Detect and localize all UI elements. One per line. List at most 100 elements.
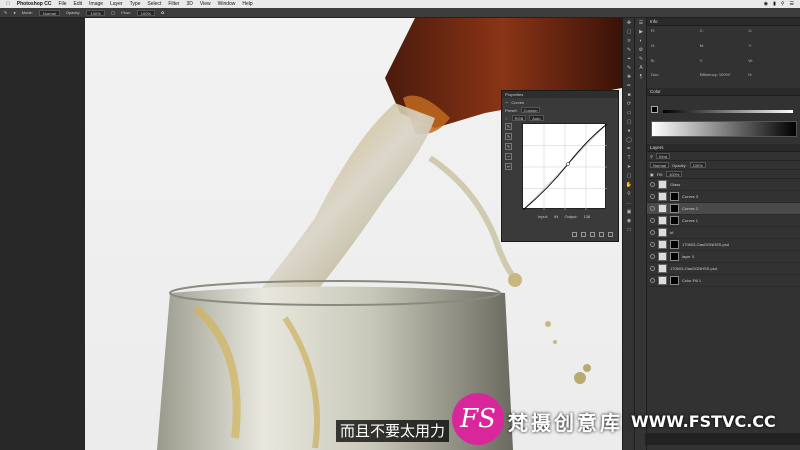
layer-row[interactable]: Curves 2: [647, 203, 800, 215]
channel-select[interactable]: RGB: [511, 115, 527, 121]
menu-filter[interactable]: Filter: [168, 1, 179, 7]
blend-mode-select[interactable]: Normal: [650, 162, 669, 168]
info-h: H:: [748, 72, 753, 78]
layer-row[interactable]: 170603-OasGGNHSS.psd: [647, 239, 800, 251]
droplet: [574, 372, 586, 384]
color-ramp[interactable]: [651, 121, 797, 137]
wifi-icon[interactable]: ◉: [764, 1, 768, 7]
layer-mask[interactable]: [670, 204, 679, 213]
info-panel: R: C: X: G: M: Y: B: Y: W: Doc: Efficien…: [647, 26, 800, 88]
curve-io: Input: 94 Output: 138: [538, 214, 590, 219]
eye-icon[interactable]: [650, 218, 655, 223]
eye-icon[interactable]: [650, 254, 655, 259]
menu-image[interactable]: Image: [89, 1, 103, 7]
layer-name: bf: [670, 230, 674, 235]
properties-title[interactable]: Properties: [502, 91, 618, 98]
properties-footer: [572, 232, 613, 237]
layer-thumb: [658, 240, 667, 249]
filter-kind-icon[interactable]: ⚲: [650, 154, 653, 159]
menu-window[interactable]: Window: [218, 1, 236, 7]
auto-button[interactable]: Auto: [529, 115, 544, 121]
menu-type[interactable]: Type: [130, 1, 141, 7]
menu-list-icon[interactable]: ☰: [790, 1, 794, 7]
curve-point-icon[interactable]: ∽: [505, 153, 512, 160]
eye-icon[interactable]: [650, 194, 655, 199]
lock-icon[interactable]: ▣: [650, 172, 654, 177]
foreground-swatch[interactable]: [651, 106, 658, 113]
input-value[interactable]: 94: [554, 214, 558, 219]
layer-name: Curves 2: [682, 206, 699, 211]
droplet: [545, 321, 551, 327]
adjustment-thumb: [658, 192, 667, 201]
adjustment-thumb: [658, 216, 667, 225]
opacity-field[interactable]: 100%: [86, 9, 105, 16]
layer-row[interactable]: layer 3: [647, 251, 800, 263]
kind-select[interactable]: Kind: [655, 153, 670, 159]
layer-mask[interactable]: [670, 192, 679, 201]
layer-row[interactable]: 170603-OasGGNHSS.psd: [647, 263, 800, 275]
layer-row[interactable]: Glass: [647, 179, 800, 191]
color-tab[interactable]: Color: [647, 88, 800, 96]
layer-mask[interactable]: [670, 276, 679, 285]
flow-field[interactable]: 100%: [136, 9, 155, 16]
layer-name: 170603-OasGGNHSS.psd: [682, 242, 729, 247]
eyedropper-black-icon[interactable]: ✎: [505, 123, 512, 130]
eye-icon[interactable]: [650, 230, 655, 235]
trash-icon[interactable]: [608, 232, 613, 237]
layer-opacity-label: Opacity:: [671, 162, 687, 168]
battery-icon[interactable]: ▮: [773, 1, 776, 7]
eyedropper-gray-icon[interactable]: ✎: [505, 133, 512, 140]
view-previous-icon[interactable]: [581, 232, 586, 237]
search-icon[interactable]: ⚲: [781, 1, 785, 7]
output-value[interactable]: 138: [584, 214, 591, 219]
droplet: [508, 273, 522, 287]
preset-select[interactable]: Custom: [520, 107, 541, 113]
layers-tab[interactable]: Layers: [647, 144, 800, 152]
airbrush-icon[interactable]: ✿: [161, 10, 164, 15]
menu-layer[interactable]: Layer: [110, 1, 123, 7]
target-adjust-icon[interactable]: ☞: [505, 116, 509, 121]
eye-icon[interactable]: [650, 266, 655, 271]
layer-thumb: [658, 252, 667, 261]
layer-row[interactable]: bf: [647, 227, 800, 239]
curves-graph[interactable]: [522, 123, 608, 211]
layer-row[interactable]: Curves 1: [647, 215, 800, 227]
eyedropper-white-icon[interactable]: ✎: [505, 143, 512, 150]
mode-select[interactable]: Normal: [38, 9, 60, 16]
eye-icon[interactable]: [650, 242, 655, 247]
reset-icon[interactable]: [590, 232, 595, 237]
layer-name: Glass: [670, 182, 681, 187]
layer-row[interactable]: Color Fill 1: [647, 275, 800, 287]
menu-file[interactable]: File: [58, 1, 66, 7]
clip-icon[interactable]: [572, 232, 577, 237]
layer-mask[interactable]: [670, 216, 679, 225]
pressure-opacity-icon[interactable]: ◯: [111, 10, 115, 15]
layers-lock-bar: ▣ Fill: 100%: [647, 170, 800, 179]
menu-edit[interactable]: Edit: [74, 1, 83, 7]
brush-size-icon[interactable]: ●: [13, 10, 15, 15]
layer-mask[interactable]: [670, 252, 679, 261]
menu-view[interactable]: View: [200, 1, 211, 7]
layers-filter-bar: ⚲ Kind: [647, 152, 800, 161]
layer-name: 170603-OasGGNHSS.psd: [670, 266, 717, 271]
fill-field[interactable]: 100%: [666, 171, 683, 177]
gray-slider[interactable]: [663, 110, 793, 113]
curve-point[interactable]: [566, 162, 570, 166]
app-name[interactable]: Photoshop CC: [17, 1, 52, 7]
layer-row[interactable]: Curves 3: [647, 191, 800, 203]
eye-icon[interactable]: [650, 278, 655, 283]
eye-icon[interactable]: [650, 182, 655, 187]
menu-3d[interactable]: 3D: [186, 1, 192, 7]
info-tab[interactable]: Info: [647, 18, 800, 26]
menu-select[interactable]: Select: [147, 1, 161, 7]
layer-mask[interactable]: [670, 240, 679, 249]
eye-icon[interactable]: [650, 206, 655, 211]
properties-panel[interactable]: Properties ∽ Curves Preset: Custom ☞ RGB…: [501, 90, 619, 242]
layer-opacity-field[interactable]: 100%: [689, 162, 706, 168]
pencil-icon[interactable]: ✏: [505, 163, 512, 170]
brush-tool-icon[interactable]: ✎: [4, 10, 7, 15]
menu-help[interactable]: Help: [242, 1, 252, 7]
visibility-icon[interactable]: [599, 232, 604, 237]
apple-icon[interactable]: : [6, 1, 10, 7]
info-x: X:: [748, 28, 753, 33]
